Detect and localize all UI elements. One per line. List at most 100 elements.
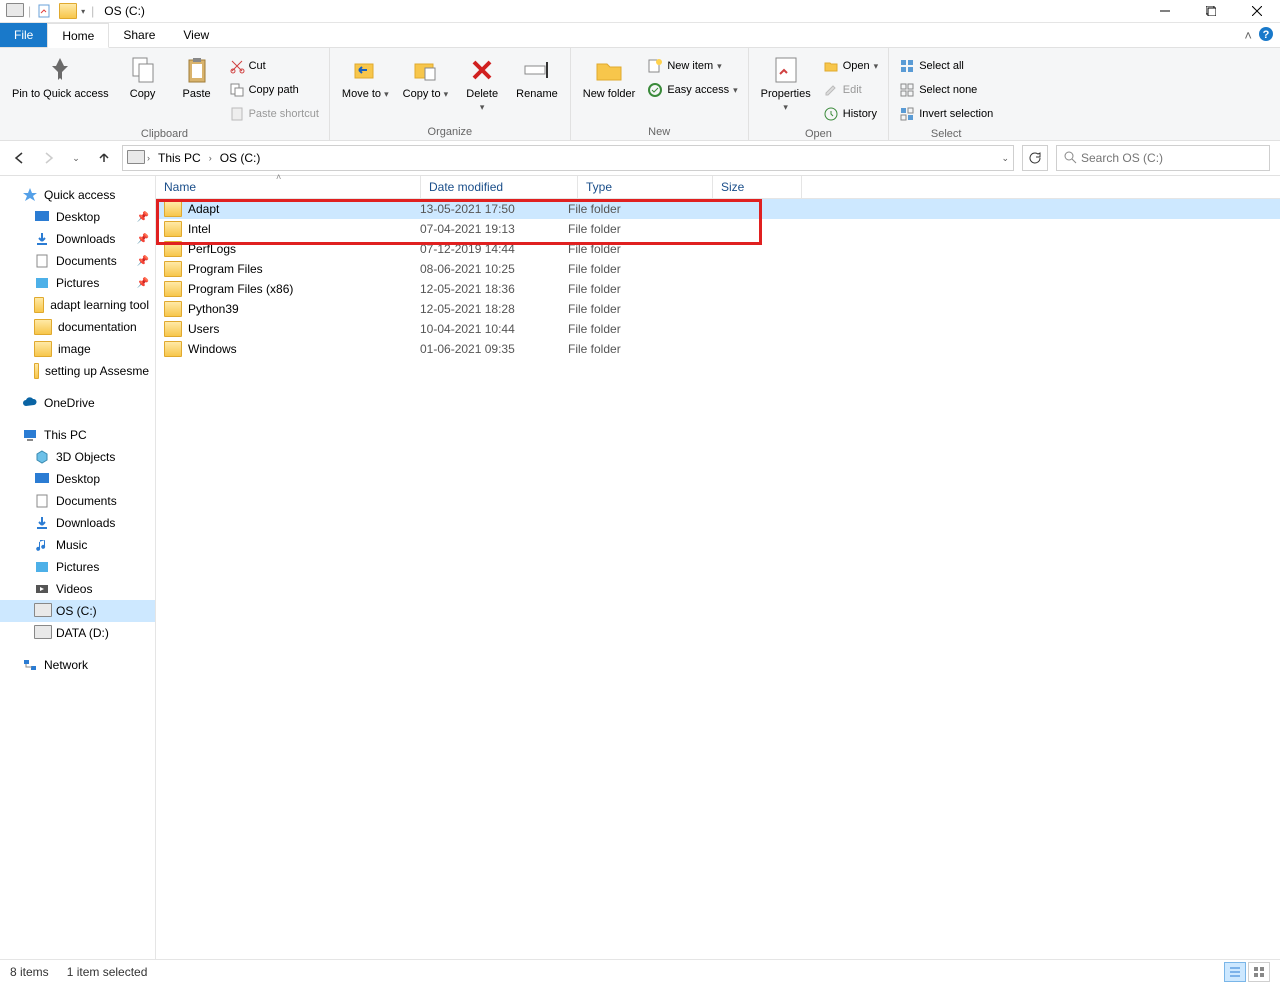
column-type[interactable]: Type — [578, 176, 713, 198]
folder-icon — [164, 341, 182, 357]
copy-button[interactable]: Copy — [117, 50, 169, 101]
pictures-icon — [34, 559, 50, 575]
sidebar-downloads[interactable]: Downloads📌 — [0, 228, 155, 250]
select-none-button[interactable]: Select none — [895, 78, 997, 102]
open-icon — [823, 58, 839, 74]
file-row[interactable]: Program Files (x86)12-05-2021 18:36File … — [156, 279, 1280, 299]
file-date: 07-04-2021 19:13 — [412, 222, 560, 236]
ribbon-group-organize: Move to ▾ Copy to ▾ Delete▾ Rename Organ… — [330, 48, 571, 140]
sidebar-documents[interactable]: Documents📌 — [0, 250, 155, 272]
select-all-button[interactable]: Select all — [895, 54, 997, 78]
back-button[interactable] — [10, 148, 30, 168]
sidebar-music[interactable]: Music — [0, 534, 155, 556]
ribbon-collapse-icon[interactable]: ˄ — [1244, 28, 1252, 43]
tab-view[interactable]: View — [169, 23, 223, 47]
sidebar-adapt-learning-tool[interactable]: adapt learning tool — [0, 294, 155, 316]
documents-icon — [34, 253, 50, 269]
rename-button[interactable]: Rename — [510, 50, 564, 101]
address-bar[interactable]: › This PC › OS (C:) ⌄ — [122, 145, 1014, 171]
paste-button[interactable]: Paste — [171, 50, 223, 101]
column-size[interactable]: Size — [713, 176, 802, 198]
details-view-button[interactable] — [1224, 962, 1246, 982]
sidebar-quick-access[interactable]: Quick access — [0, 184, 155, 206]
help-icon[interactable]: ? — [1258, 26, 1274, 45]
file-rows[interactable]: Adapt13-05-2021 17:50File folderIntel07-… — [156, 199, 1280, 959]
copy-path-button[interactable]: Copy path — [225, 78, 323, 102]
navigation-pane[interactable]: Quick access Desktop📌 Downloads📌 Documen… — [0, 176, 156, 959]
file-date: 10-04-2021 10:44 — [412, 322, 560, 336]
new-folder-button[interactable]: New folder — [577, 50, 642, 101]
history-button[interactable]: History — [819, 102, 882, 126]
forward-button[interactable] — [38, 148, 58, 168]
folder-qat-icon[interactable] — [59, 3, 75, 19]
recent-locations-button[interactable]: ⌄ — [66, 148, 86, 168]
window-title: OS (C:) — [104, 4, 145, 18]
qat-separator2: | — [91, 4, 94, 18]
open-button[interactable]: Open ▾ — [819, 54, 882, 78]
column-date-modified[interactable]: Date modified — [421, 176, 578, 198]
crumb-this-pc[interactable]: This PC — [154, 151, 205, 165]
sidebar-setting-up-assesme[interactable]: setting up Assesme — [0, 360, 155, 382]
new-item-button[interactable]: New item ▾ — [643, 54, 741, 78]
file-row[interactable]: Users10-04-2021 10:44File folder — [156, 319, 1280, 339]
file-row[interactable]: Python3912-05-2021 18:28File folder — [156, 299, 1280, 319]
history-icon — [823, 106, 839, 122]
sidebar-network[interactable]: Network — [0, 654, 155, 676]
file-name: PerfLogs — [188, 242, 236, 256]
crumb-drive[interactable]: OS (C:) — [216, 151, 265, 165]
pin-to-quick-access-button[interactable]: Pin to Quick access — [6, 50, 115, 101]
file-row[interactable]: Windows01-06-2021 09:35File folder — [156, 339, 1280, 359]
sidebar-videos[interactable]: Videos — [0, 578, 155, 600]
invert-selection-button[interactable]: Invert selection — [895, 102, 997, 126]
sidebar-documents-2[interactable]: Documents — [0, 490, 155, 512]
sidebar-pictures-2[interactable]: Pictures — [0, 556, 155, 578]
easy-access-icon — [647, 82, 663, 98]
crumb-sep-1[interactable]: › — [209, 153, 212, 163]
maximize-button[interactable] — [1188, 0, 1234, 22]
sidebar-desktop-2[interactable]: Desktop — [0, 468, 155, 490]
sidebar-downloads-2[interactable]: Downloads — [0, 512, 155, 534]
sidebar-image[interactable]: image — [0, 338, 155, 360]
sidebar-3d-objects[interactable]: 3D Objects — [0, 446, 155, 468]
address-dropdown[interactable]: ⌄ — [1001, 153, 1009, 164]
sidebar-onedrive[interactable]: OneDrive — [0, 392, 155, 414]
tab-home[interactable]: Home — [47, 23, 109, 48]
sidebar-os-c[interactable]: OS (C:) — [0, 600, 155, 622]
properties-button[interactable]: Properties▾ — [755, 50, 817, 114]
downloads-icon — [34, 231, 50, 247]
sidebar-documentation[interactable]: documentation — [0, 316, 155, 338]
search-box[interactable] — [1056, 145, 1270, 171]
properties-icon — [770, 54, 802, 86]
up-button[interactable] — [94, 148, 114, 168]
large-icons-view-button[interactable] — [1248, 962, 1270, 982]
file-row[interactable]: PerfLogs07-12-2019 14:44File folder — [156, 239, 1280, 259]
sidebar-data-d[interactable]: DATA (D:) — [0, 622, 155, 644]
ribbon-tabs: File Home Share View ˄ ? — [0, 23, 1280, 48]
delete-button[interactable]: Delete▾ — [456, 50, 508, 114]
sidebar-this-pc[interactable]: This PC — [0, 424, 155, 446]
paste-shortcut-button[interactable]: Paste shortcut — [225, 102, 323, 126]
minimize-button[interactable] — [1142, 0, 1188, 22]
search-input[interactable] — [1079, 150, 1263, 166]
file-row[interactable]: Adapt13-05-2021 17:50File folder — [156, 199, 1280, 219]
folder-icon — [34, 341, 52, 357]
sidebar-pictures[interactable]: Pictures📌 — [0, 272, 155, 294]
crumb-sep-0[interactable]: › — [147, 153, 150, 163]
copy-to-button[interactable]: Copy to ▾ — [397, 50, 455, 101]
move-to-button[interactable]: Move to ▾ — [336, 50, 395, 101]
refresh-button[interactable] — [1022, 145, 1048, 171]
tab-share[interactable]: Share — [109, 23, 169, 47]
qat-dropdown[interactable]: ▾ — [81, 7, 85, 16]
close-button[interactable] — [1234, 0, 1280, 22]
edit-button[interactable]: Edit — [819, 78, 882, 102]
file-row[interactable]: Intel07-04-2021 19:13File folder — [156, 219, 1280, 239]
easy-access-button[interactable]: Easy access ▾ — [643, 78, 741, 102]
sidebar-desktop[interactable]: Desktop📌 — [0, 206, 155, 228]
file-row[interactable]: Program Files08-06-2021 10:25File folder — [156, 259, 1280, 279]
column-name[interactable]: Name˄ — [156, 176, 421, 198]
svg-text:?: ? — [1263, 29, 1270, 41]
file-date: 01-06-2021 09:35 — [412, 342, 560, 356]
properties-qat-icon[interactable] — [37, 3, 53, 19]
tab-file[interactable]: File — [0, 23, 47, 47]
cut-button[interactable]: Cut — [225, 54, 323, 78]
